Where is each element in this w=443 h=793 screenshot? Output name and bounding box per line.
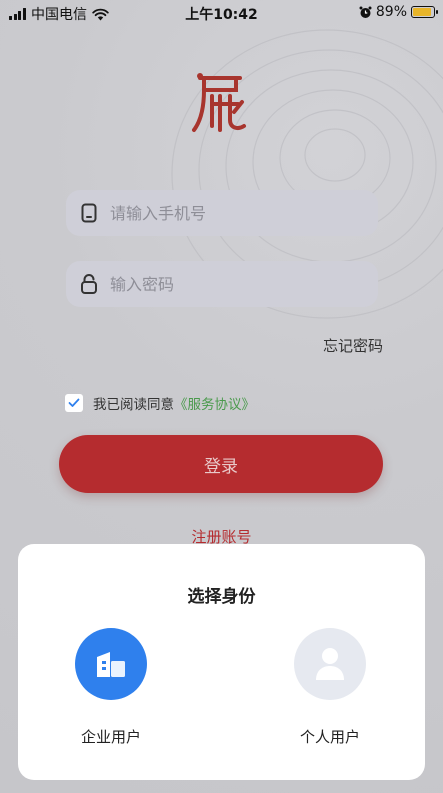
agreement-checkbox[interactable] [65,394,83,412]
battery-icon [411,6,438,18]
enterprise-user-option[interactable]: 企业用户 [56,628,166,747]
agreement-row: 我已阅读同意 《服务协议》 [65,393,255,413]
app-logo [192,73,246,132]
status-bar: 中国电信 上午10:42 89% [0,0,443,26]
personal-user-label: 个人用户 [299,728,360,746]
login-button[interactable]: 登录 [59,435,383,493]
personal-user-option[interactable]: 个人用户 [275,628,385,747]
forgot-password-link[interactable]: 忘记密码 [323,335,383,356]
personal-avatar[interactable] [294,628,366,700]
phone-field[interactable] [66,190,378,236]
battery-percent: 89% [375,4,407,20]
identity-sheet: 选择身份 企业用户 个人用户 [18,544,425,780]
alarm-icon [359,6,372,18]
agreement-text: 我已阅读同意 [93,397,174,413]
sheet-title: 选择身份 [187,587,256,607]
checkmark-icon [68,398,80,407]
password-field[interactable] [66,261,378,307]
phone-input[interactable] [110,203,350,223]
enterprise-avatar[interactable] [75,628,147,700]
enterprise-user-label: 企业用户 [80,728,141,746]
password-input[interactable] [110,274,350,294]
battery-level [413,8,431,16]
login-screen: 中国电信 上午10:42 89% 请输入手机号 忘记密码 我已阅读同意 《服务协… [0,0,443,793]
phone-icon [78,202,100,224]
person-icon [316,648,344,680]
lock-icon [78,273,100,295]
service-agreement-link[interactable]: 《服务协议》 [174,393,255,413]
building-icon [97,652,125,677]
